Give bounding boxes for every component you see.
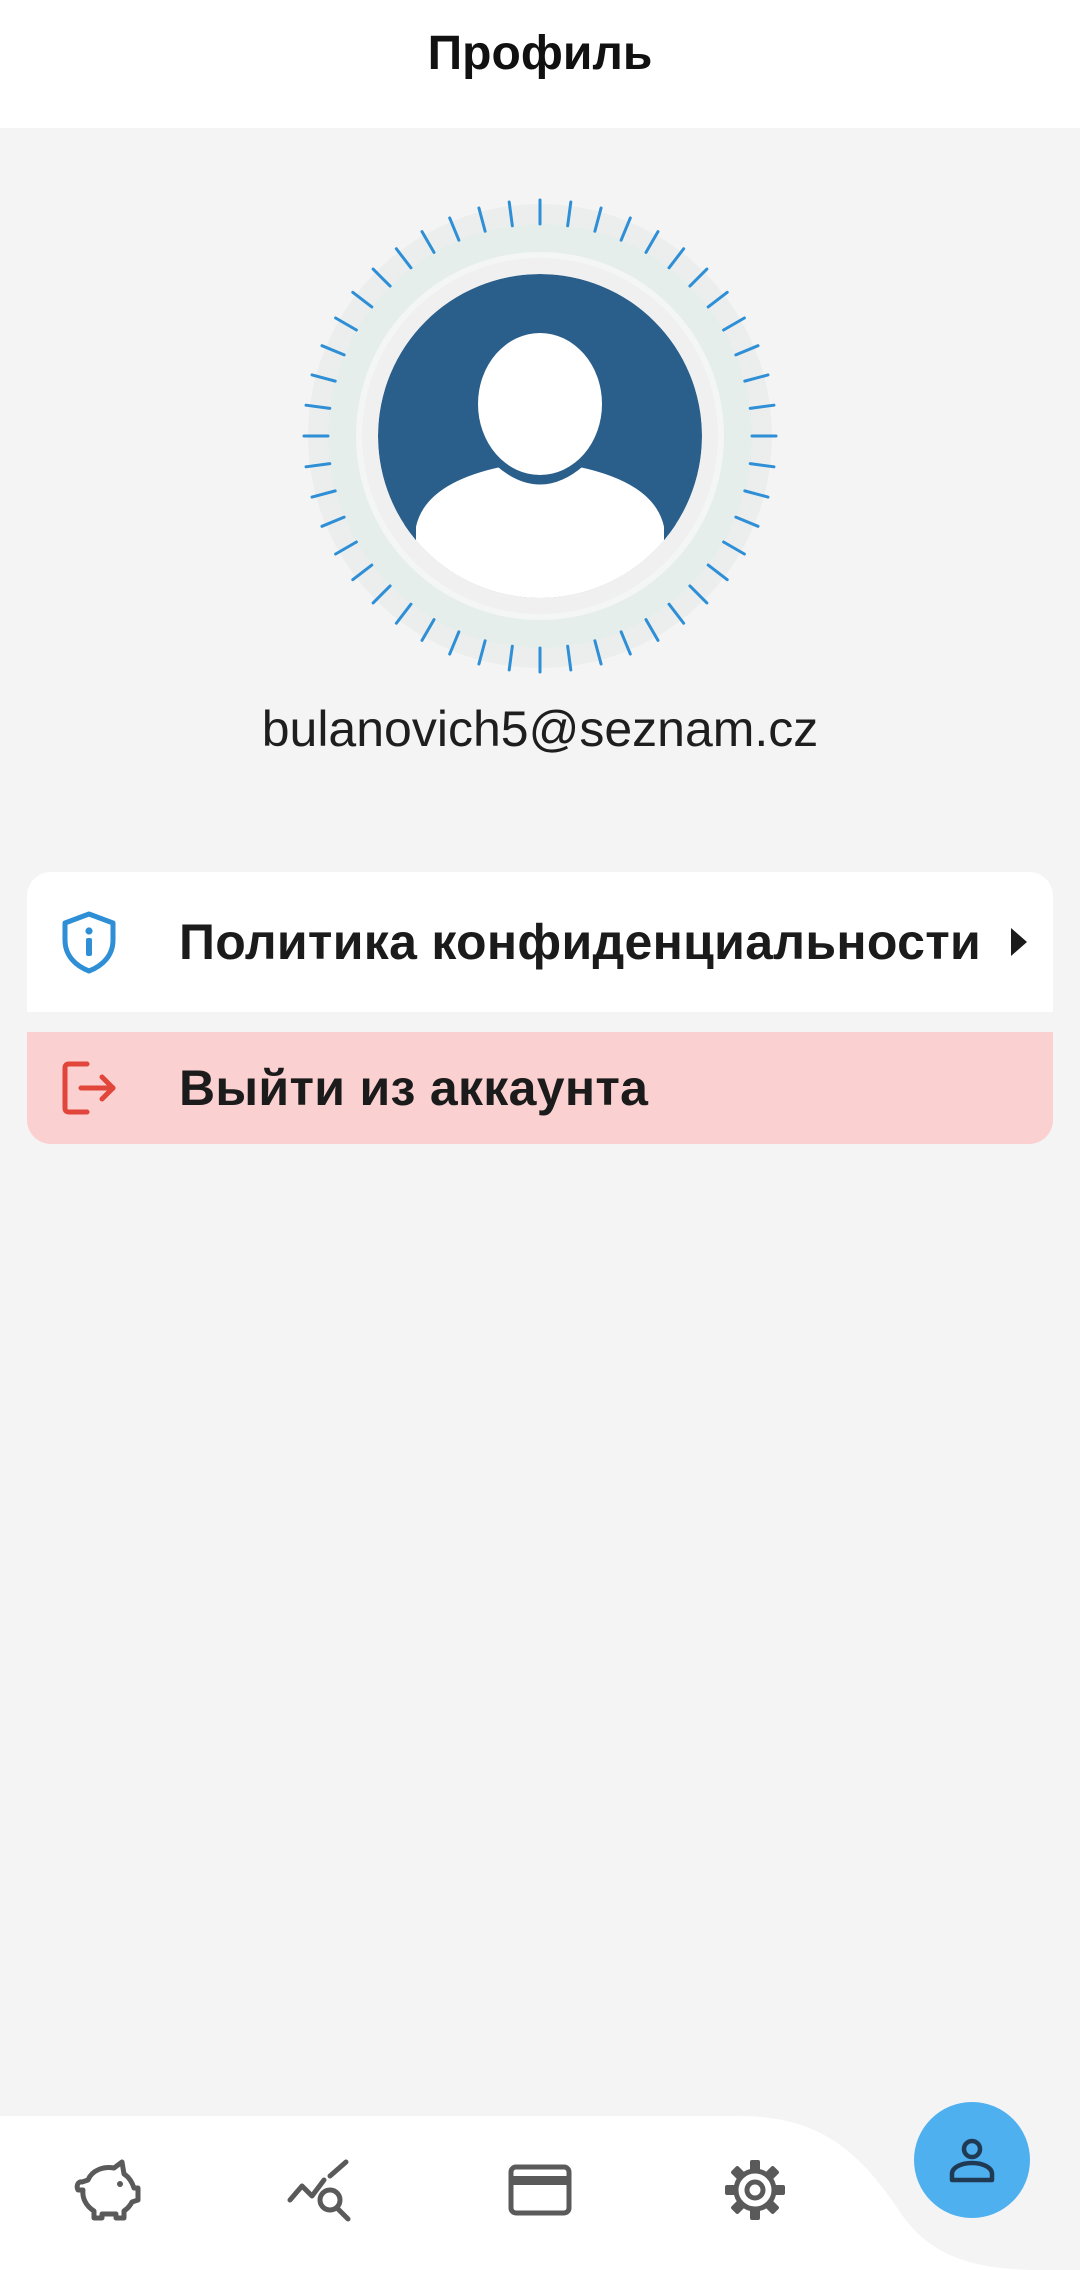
shield-info-icon (59, 911, 119, 974)
person-icon (949, 2138, 995, 2183)
profile-email: bulanovich5@seznam.cz (261, 701, 819, 757)
app-header: Профиль (0, 0, 1080, 128)
logout-label: Выйти из аккаунта (179, 1060, 649, 1116)
nav-settings[interactable] (715, 2150, 795, 2230)
nav-savings[interactable] (68, 2150, 148, 2230)
nav-cards[interactable] (500, 2150, 580, 2230)
privacy-policy-item[interactable]: Политика конфиденциальности (27, 872, 1053, 1012)
chart-search-icon (287, 2159, 351, 2222)
piggy-bank-icon (74, 2159, 141, 2221)
nav-analytics[interactable] (282, 2150, 362, 2230)
user-avatar-icon (302, 198, 778, 674)
logout-item[interactable]: Выйти из аккаунта (27, 1032, 1053, 1144)
gear-icon (725, 2160, 785, 2220)
credit-card-icon (508, 2164, 572, 2216)
profile-menu: Политика конфиденциальности Выйти из акк… (27, 872, 1053, 1144)
avatar[interactable] (300, 196, 780, 676)
privacy-policy-label: Политика конфиденциальности (179, 914, 982, 970)
page-title: Профиль (427, 26, 653, 80)
nav-profile-button[interactable] (914, 2102, 1030, 2218)
chevron-right-icon (1011, 928, 1027, 956)
logout-icon (59, 1058, 119, 1118)
